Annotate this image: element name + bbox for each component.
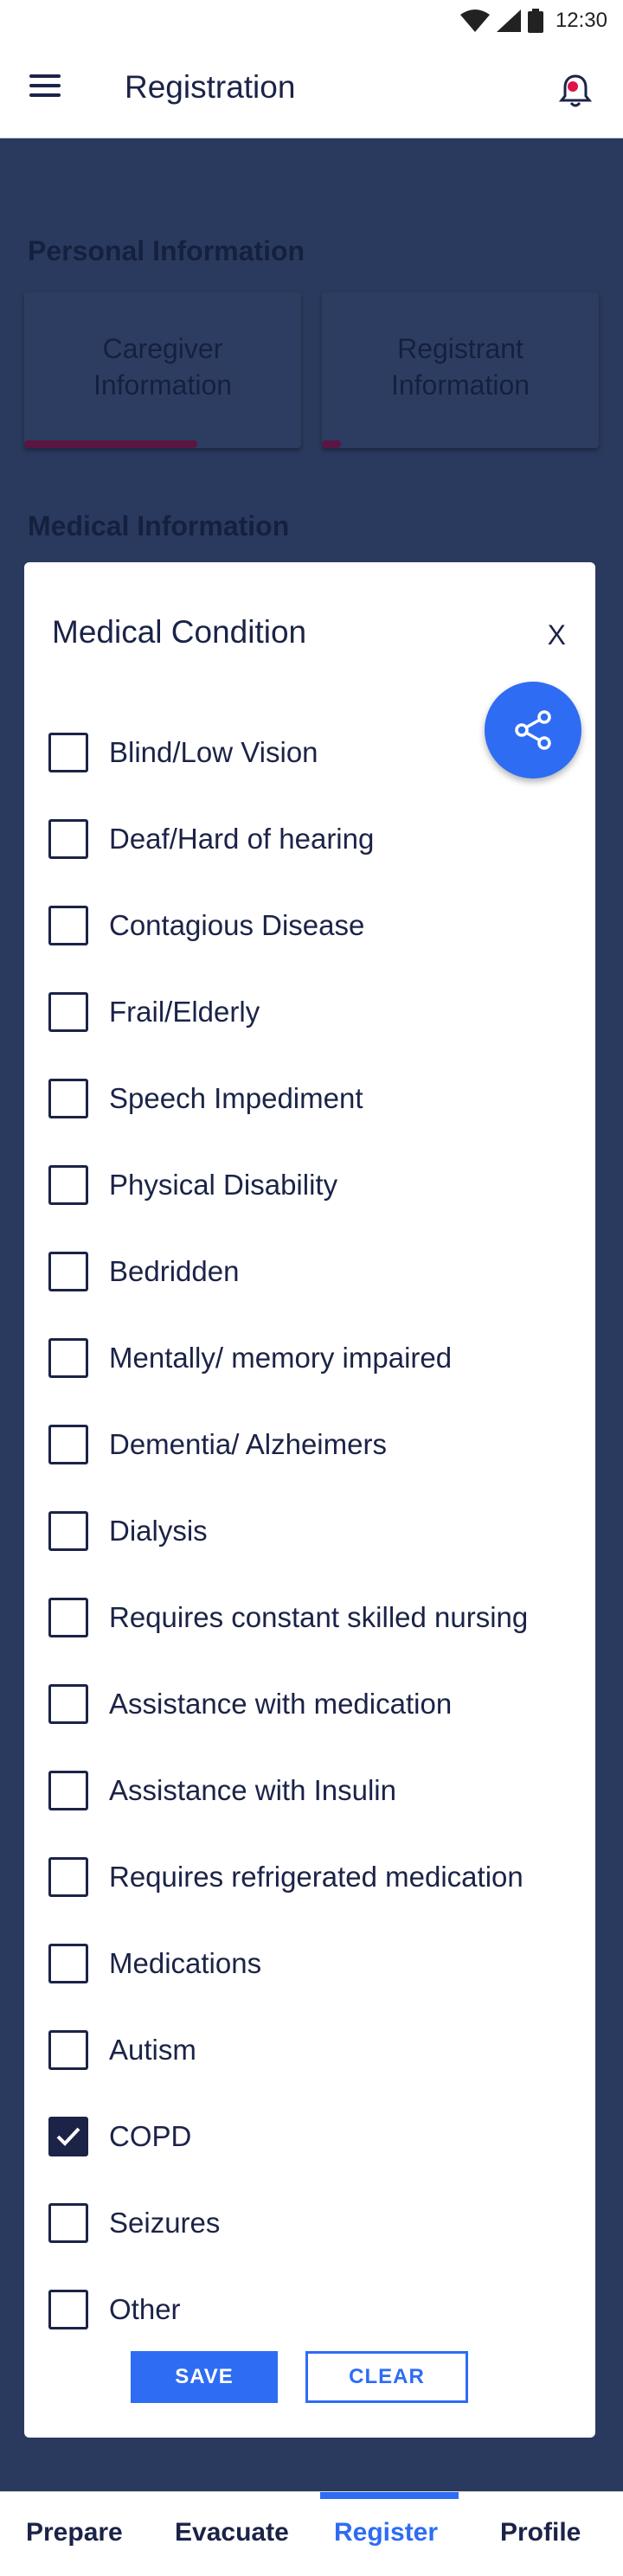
checkbox[interactable] — [48, 1771, 88, 1810]
condition-option[interactable]: Dialysis — [48, 1488, 585, 1574]
nav-register[interactable]: Register — [334, 2518, 438, 2547]
checkbox[interactable] — [48, 1079, 88, 1118]
registrant-progress-bar — [322, 440, 341, 448]
condition-option[interactable]: Dementia/ Alzheimers — [48, 1401, 585, 1488]
option-label: Speech Impediment — [109, 1082, 363, 1114]
option-label: Physical Disability — [109, 1169, 338, 1201]
bottom-navigation: Prepare Evacuate Register Profile — [0, 2491, 623, 2576]
status-icons: 12:30 — [459, 7, 607, 35]
checkmark-icon — [56, 2127, 80, 2146]
share-button[interactable] — [485, 682, 581, 779]
page-title: Registration — [125, 69, 296, 105]
registrant-card-label: Registrant Information — [390, 333, 530, 400]
checkbox[interactable] — [48, 2203, 88, 2243]
menu-icon-line — [29, 74, 61, 78]
app-bar: Registration — [0, 43, 623, 138]
medical-information-heading: Medical Information — [28, 510, 290, 541]
condition-option[interactable]: Frail/Elderly — [48, 969, 585, 1055]
dialog-title: Medical Condition — [52, 614, 307, 650]
battery-icon — [527, 9, 543, 33]
option-label: Mentally/ memory impaired — [109, 1342, 453, 1374]
checkbox[interactable] — [48, 1857, 88, 1897]
status-time: 12:30 — [555, 9, 607, 32]
personal-information-heading: Personal Information — [28, 235, 305, 266]
option-label: Seizures — [109, 2207, 221, 2239]
caregiver-information-card[interactable]: Caregiver Information — [24, 292, 301, 448]
checkbox[interactable] — [48, 2117, 88, 2156]
condition-option[interactable]: Contagious Disease — [48, 882, 585, 969]
option-label: Assistance with medication — [109, 1688, 453, 1720]
option-label: Dialysis — [109, 1515, 208, 1547]
close-button[interactable]: X — [548, 619, 566, 651]
checkbox[interactable] — [48, 1425, 88, 1464]
share-icon — [515, 710, 551, 750]
menu-button[interactable] — [29, 74, 64, 106]
notification-bell-icon[interactable] — [554, 69, 597, 112]
option-label: Requires constant skilled nursing — [109, 1601, 529, 1633]
checkbox[interactable] — [48, 1944, 88, 1983]
option-label: Contagious Disease — [109, 909, 365, 941]
nav-prepare[interactable]: Prepare — [26, 2518, 123, 2547]
option-label: Frail/Elderly — [109, 996, 260, 1028]
checkbox[interactable] — [48, 1252, 88, 1291]
option-label: Bedridden — [109, 1255, 240, 1287]
status-bar: 12:30 — [0, 0, 623, 43]
nav-profile[interactable]: Profile — [500, 2518, 581, 2547]
dialog-actions: SAVE CLEAR — [24, 2351, 595, 2403]
checkbox[interactable] — [48, 1338, 88, 1378]
condition-option[interactable]: Autism — [48, 2007, 585, 2093]
checkbox[interactable] — [48, 819, 88, 859]
wifi-icon — [459, 10, 490, 32]
condition-option[interactable]: Other — [48, 2266, 585, 2353]
option-label: Autism — [109, 2034, 196, 2066]
menu-icon-line — [29, 84, 61, 87]
option-label: Dementia/ Alzheimers — [109, 1428, 387, 1460]
condition-option[interactable]: Speech Impediment — [48, 1055, 585, 1142]
checkbox[interactable] — [48, 992, 88, 1032]
checkbox[interactable] — [48, 1684, 88, 1724]
save-button[interactable]: SAVE — [131, 2351, 278, 2403]
checkbox[interactable] — [48, 1165, 88, 1205]
option-label: Medications — [109, 1947, 262, 1979]
caregiver-progress-bar — [24, 440, 197, 448]
condition-option[interactable]: COPD — [48, 2093, 585, 2180]
option-label: Blind/Low Vision — [109, 736, 318, 768]
option-label: COPD — [109, 2120, 192, 2152]
option-label: Requires refrigerated medication — [109, 1861, 523, 1893]
cellular-signal-icon — [496, 10, 521, 32]
checkbox[interactable] — [48, 1598, 88, 1637]
option-label: Assistance with Insulin — [109, 1774, 396, 1806]
menu-icon-line — [29, 93, 61, 97]
registrant-information-card[interactable]: Registrant Information — [322, 292, 599, 448]
option-label: Deaf/Hard of hearing — [109, 823, 375, 855]
condition-option[interactable]: Deaf/Hard of hearing — [48, 796, 585, 882]
medical-condition-dialog: Medical Condition X Blind/Low Vision Deaf… — [24, 562, 595, 2438]
caregiver-card-label: Caregiver Information — [93, 333, 233, 400]
checkbox[interactable] — [48, 2030, 88, 2070]
active-tab-indicator — [320, 2492, 459, 2499]
checkbox[interactable] — [48, 2290, 88, 2329]
condition-option[interactable]: Seizures — [48, 2180, 585, 2266]
condition-option[interactable]: Assistance with Insulin — [48, 1747, 585, 1834]
checkbox[interactable] — [48, 1511, 88, 1551]
checkbox[interactable] — [48, 733, 88, 772]
condition-option[interactable]: Requires constant skilled nursing — [48, 1574, 585, 1661]
condition-options-list: Blind/Low Vision Deaf/Hard of hearing Cont… — [48, 709, 585, 2353]
condition-option[interactable]: Physical Disability — [48, 1142, 585, 1228]
condition-option[interactable]: Mentally/ memory impaired — [48, 1315, 585, 1401]
nav-evacuate[interactable]: Evacuate — [175, 2518, 289, 2547]
checkbox[interactable] — [48, 906, 88, 945]
clear-button[interactable]: CLEAR — [305, 2351, 468, 2403]
condition-option[interactable]: Bedridden — [48, 1228, 585, 1315]
condition-option[interactable]: Assistance with medication — [48, 1661, 585, 1747]
option-label: Other — [109, 2293, 181, 2325]
condition-option[interactable]: Requires refrigerated medication — [48, 1834, 585, 1920]
condition-option[interactable]: Medications — [48, 1920, 585, 2007]
